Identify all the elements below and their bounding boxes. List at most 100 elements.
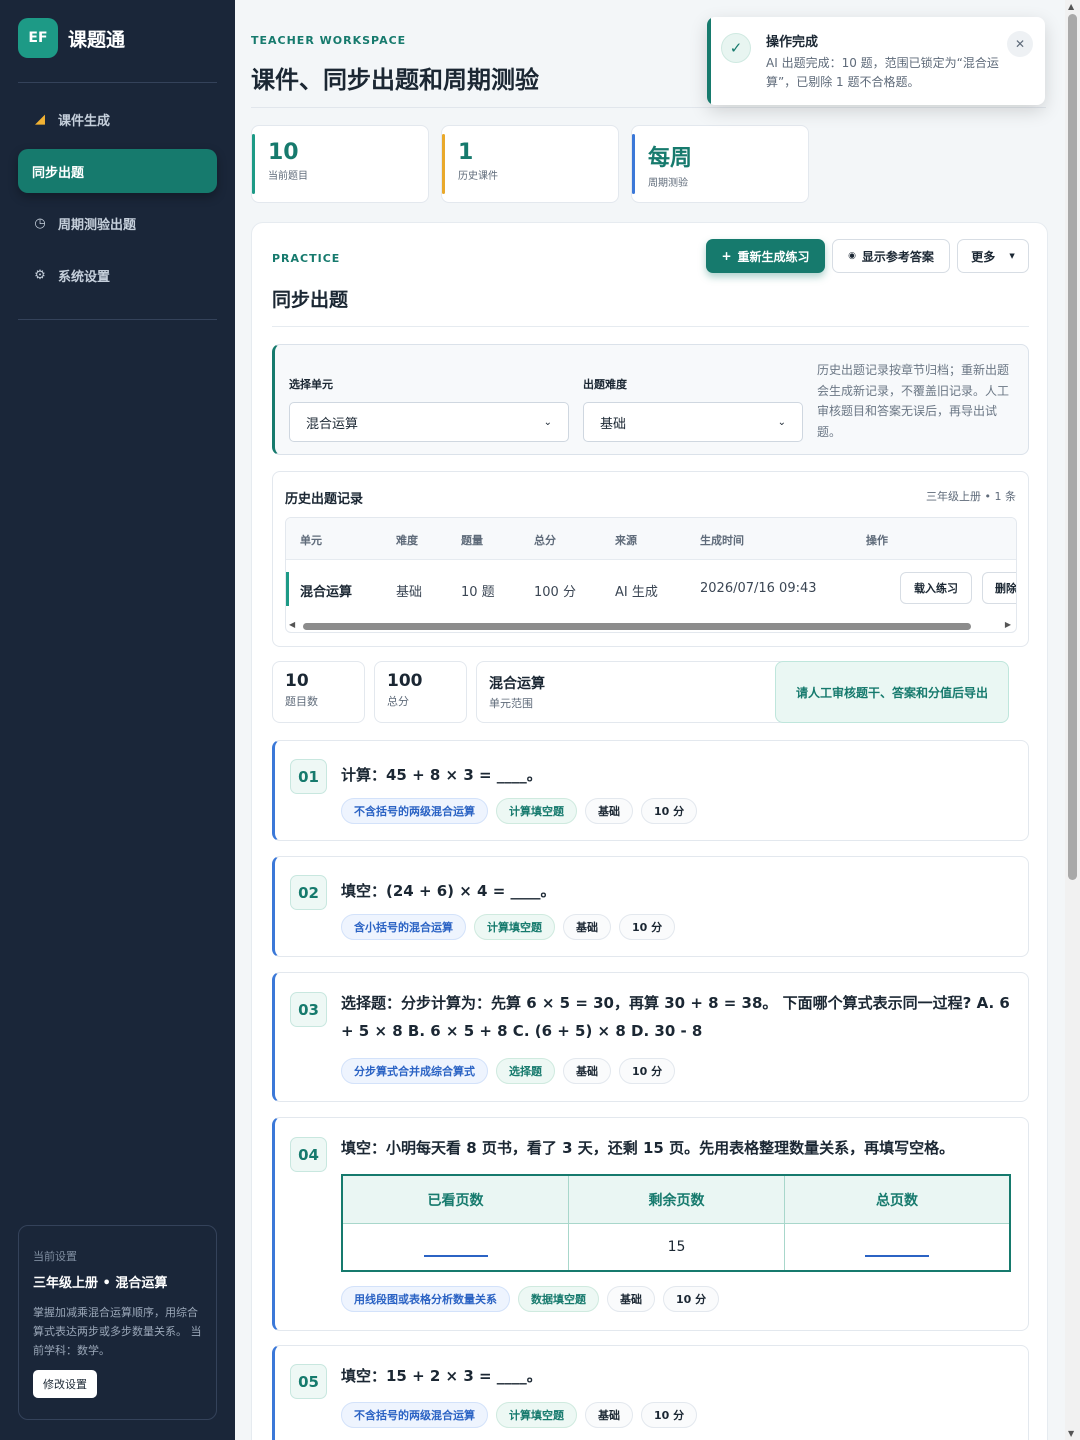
tag-difficulty: 基础 (563, 1058, 611, 1084)
column-header: 单元 (300, 534, 322, 547)
answer-blank-cell[interactable] (343, 1224, 569, 1270)
unit-select[interactable]: 混合运算 ⌄ (289, 402, 569, 442)
table-cell: 15 (569, 1224, 785, 1270)
question-card: 01 计算：45 + 8 × 3 = ____。 不含括号的两级混合运算 计算填… (272, 740, 1029, 841)
panel-title: 同步出题 (272, 289, 349, 311)
sidebar-item-practice[interactable]: 同步出题 (18, 149, 217, 193)
table-header-cell: 剩余页数 (569, 1176, 785, 1224)
scroll-right-arrow-icon[interactable]: ▶ (1005, 620, 1011, 629)
check-icon: ✓ (721, 33, 751, 63)
question-tags: 分步算式合并成综合算式 选择题 基础 10 分 (341, 1058, 676, 1084)
difficulty-select[interactable]: 基础 ⌄ (583, 402, 803, 442)
scroll-left-arrow-icon[interactable]: ◀ (289, 620, 295, 629)
review-notice: 请人工审核题干、答案和分值后导出 (775, 661, 1009, 723)
load-practice-button[interactable]: 载入练习 (900, 572, 972, 604)
regenerate-label: 重新生成练习 (737, 249, 810, 264)
sidebar-item-courseware[interactable]: ◢ 课件生成 (18, 97, 217, 141)
summary-unit-scope: 混合运算 单元范围 (476, 661, 787, 723)
summary-value: 混合运算 (489, 676, 545, 692)
stat-value: 10 (268, 140, 299, 165)
main-content: TEACHER WORKSPACE 课件、同步出题和周期测验 10 当前题目 1… (235, 0, 1080, 1440)
sidebar-item-label: 同步出题 (32, 165, 85, 181)
tag-type: 数据填空题 (518, 1286, 599, 1312)
page-scrollbar[interactable]: ▲ ▼ (1065, 0, 1080, 1440)
edit-settings-button[interactable]: 修改设置 (33, 1370, 97, 1398)
close-icon[interactable]: ✕ (1007, 31, 1033, 57)
stat-card-questions: 10 当前题目 (251, 125, 429, 203)
tag-score: 10 分 (663, 1286, 720, 1312)
stat-label: 当前题目 (268, 171, 308, 182)
settings-description: 掌握加减乘混合运算顺序，用综合算式表达两步或多步数量关系。 当前学科：数学。 (33, 1306, 202, 1357)
horizontal-scrollbar[interactable]: ◀ ▶ (285, 618, 1017, 634)
caret-down-icon: ▼ (1009, 252, 1015, 260)
summary-value: 10 (285, 671, 309, 691)
unit-select-label: 选择单元 (289, 378, 333, 391)
scrollbar-thumb[interactable] (303, 623, 971, 630)
answer-blank-cell[interactable] (785, 1224, 1009, 1270)
success-toast: ✓ 操作完成 AI 出题完成：10 题，范围已锁定为“混合运算”，已剔除 1 题… (707, 17, 1045, 105)
sidebar-nav: ◢ 课件生成 同步出题 ◷ 周期测验出题 ⚙ 系统设置 (0, 83, 235, 319)
summary-total-score: 100 总分 (374, 661, 467, 723)
header-eyebrow: TEACHER WORKSPACE (251, 34, 407, 47)
stat-label: 周期测验 (648, 178, 688, 189)
stat-value: 1 (458, 140, 474, 165)
current-settings-card: 当前设置 三年级上册 • 混合运算 掌握加减乘混合运算顺序，用综合算式表达两步或… (18, 1225, 217, 1420)
scroll-up-arrow-icon[interactable]: ▲ (1068, 2, 1074, 11)
toast-message: AI 出题完成：10 题，范围已锁定为“混合运算”，已剔除 1 题不合格题。 (766, 56, 999, 89)
table-header-cell: 总页数 (785, 1176, 1009, 1224)
tag-knowledge: 含小括号的混合运算 (341, 914, 466, 940)
more-label: 更多 (971, 249, 996, 264)
question-card: 03 选择题：分步计算为：先算 6 × 5 = 30，再算 30 + 8 = 3… (272, 972, 1029, 1102)
regenerate-button[interactable]: + 重新生成练习 (706, 239, 825, 273)
tag-knowledge: 分步算式合并成综合算式 (341, 1058, 488, 1084)
clock-icon: ◷ (34, 215, 46, 231)
sidebar-item-label: 系统设置 (58, 269, 111, 285)
question-text: 填空：15 + 2 × 3 = ____。 (341, 1367, 542, 1385)
answer-blank[interactable] (865, 1237, 929, 1257)
question-number: 03 (290, 992, 327, 1027)
filter-box: 选择单元 混合运算 ⌄ 出题难度 基础 ⌄ 历史出题记录按章节归档；重新出题会生… (272, 344, 1029, 455)
tag-knowledge: 用线段图或表格分析数量关系 (341, 1286, 510, 1312)
summary-label: 题目数 (285, 695, 318, 708)
history-table: 单元 难度 题量 总分 来源 生成时间 操作 混合运算 基础 10 题 100 … (285, 517, 1017, 633)
panel-eyebrow: PRACTICE (272, 252, 341, 265)
more-dropdown-button[interactable]: 更多 ▼ (957, 239, 1029, 273)
stat-value: 每周 (648, 146, 693, 171)
page-title: 课件、同步出题和周期测验 (251, 66, 539, 94)
summary-label: 总分 (387, 695, 409, 708)
cell-difficulty: 基础 (396, 585, 423, 600)
chevron-down-icon: ⌄ (543, 416, 552, 428)
question-tags: 用线段图或表格分析数量关系 数据填空题 基础 10 分 (341, 1286, 720, 1312)
brand-name: 课题通 (68, 28, 126, 51)
column-header: 总分 (534, 534, 556, 547)
question-tags: 含小括号的混合运算 计算填空题 基础 10 分 (341, 914, 676, 940)
show-answer-label: 显示参考答案 (861, 249, 934, 264)
question-number: 01 (290, 759, 327, 794)
delete-record-button[interactable]: 删除 (982, 572, 1016, 604)
stat-card-courseware: 1 历史课件 (441, 125, 619, 203)
sidebar-item-periodic-test[interactable]: ◷ 周期测验出题 (18, 201, 217, 245)
history-records: 历史出题记录 三年级上册 • 1 条 单元 难度 题量 总分 来源 生成时间 操… (272, 471, 1029, 647)
panel-divider (272, 326, 1029, 327)
sidebar-item-label: 周期测验出题 (58, 217, 137, 233)
tag-difficulty: 基础 (585, 1402, 633, 1428)
column-header: 题量 (461, 534, 483, 547)
cell-source: AI 生成 (615, 585, 658, 600)
tag-difficulty: 基础 (563, 914, 611, 940)
header-divider (251, 107, 1046, 108)
brand: EF 课题通 (0, 0, 235, 58)
table-header: 单元 难度 题量 总分 来源 生成时间 操作 (286, 518, 1016, 560)
sidebar-item-settings[interactable]: ⚙ 系统设置 (18, 253, 217, 297)
tag-knowledge: 不含括号的两级混合运算 (341, 1402, 488, 1428)
scrollbar-thumb[interactable] (1068, 14, 1077, 880)
tag-score: 10 分 (619, 1058, 676, 1084)
scroll-down-arrow-icon[interactable]: ▼ (1068, 1429, 1074, 1438)
quantity-table: 已看页数 剩余页数 总页数 15 (341, 1174, 1011, 1272)
history-meta: 三年级上册 • 1 条 (926, 490, 1016, 503)
summary-question-count: 10 题目数 (272, 661, 365, 723)
column-header: 生成时间 (700, 534, 744, 547)
question-text: 计算：45 + 8 × 3 = ____。 (341, 766, 542, 784)
answer-blank[interactable] (423, 1237, 488, 1257)
question-card: 05 填空：15 + 2 × 3 = ____。 不含括号的两级混合运算 计算填… (272, 1345, 1029, 1440)
show-answer-button[interactable]: ◉ 显示参考答案 (832, 239, 950, 273)
